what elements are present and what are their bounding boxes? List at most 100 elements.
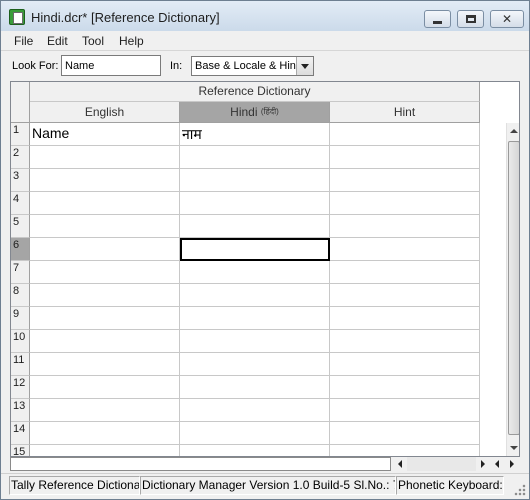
table-cell[interactable]: [180, 169, 330, 192]
table-cell[interactable]: [30, 238, 180, 261]
table-row[interactable]: 9: [11, 307, 481, 330]
column-header-hindi[interactable]: Hindi (हिंदी): [180, 102, 330, 123]
row-number[interactable]: 12: [11, 376, 30, 399]
table-cell[interactable]: [180, 192, 330, 215]
resize-grip-icon[interactable]: [514, 484, 526, 496]
table-cell[interactable]: [30, 215, 180, 238]
table-cell[interactable]: [30, 399, 180, 422]
row-number[interactable]: 4: [11, 192, 30, 215]
horizontal-scroll-track[interactable]: [407, 457, 476, 471]
table-cell[interactable]: [330, 307, 480, 330]
table-cell[interactable]: [30, 353, 180, 376]
scroll-up-button[interactable]: [507, 123, 519, 139]
table-row[interactable]: 7: [11, 261, 481, 284]
menu-edit[interactable]: Edit: [47, 34, 68, 48]
menu-file[interactable]: File: [14, 34, 33, 48]
table-row[interactable]: 13: [11, 399, 481, 422]
title-bar[interactable]: Hindi.dcr* [Reference Dictionary] ✕: [1, 1, 529, 31]
table-row[interactable]: 8: [11, 284, 481, 307]
vertical-scrollbar[interactable]: [506, 123, 519, 456]
table-cell[interactable]: [180, 376, 330, 399]
table-cell[interactable]: [30, 284, 180, 307]
table-row[interactable]: 5: [11, 215, 481, 238]
table-row[interactable]: 4: [11, 192, 481, 215]
table-cell[interactable]: [330, 261, 480, 284]
table-cell[interactable]: [330, 284, 480, 307]
table-cell[interactable]: [180, 284, 330, 307]
table-cell[interactable]: [180, 422, 330, 445]
table-row[interactable]: 11: [11, 353, 481, 376]
table-cell[interactable]: [330, 330, 480, 353]
table-cell[interactable]: [180, 146, 330, 169]
table-cell[interactable]: [330, 399, 480, 422]
table-cell[interactable]: [180, 445, 330, 456]
menu-tool[interactable]: Tool: [82, 34, 104, 48]
scroll-left-end-button[interactable]: [490, 457, 504, 471]
table-cell[interactable]: [330, 123, 480, 146]
row-number[interactable]: 5: [11, 215, 30, 238]
table-cell[interactable]: [30, 261, 180, 284]
row-number[interactable]: 8: [11, 284, 30, 307]
close-button[interactable]: ✕: [490, 10, 524, 28]
table-row[interactable]: 1 Name नाम: [11, 123, 481, 146]
table-cell[interactable]: [30, 307, 180, 330]
minimize-button[interactable]: [424, 10, 451, 28]
dictionary-app-icon[interactable]: [9, 9, 25, 25]
table-row[interactable]: 6: [11, 238, 481, 261]
dropdown-arrow-button[interactable]: [296, 57, 313, 75]
row-number[interactable]: 7: [11, 261, 30, 284]
row-number[interactable]: 3: [11, 169, 30, 192]
table-cell[interactable]: [30, 330, 180, 353]
table-cell[interactable]: [330, 169, 480, 192]
table-cell[interactable]: [330, 215, 480, 238]
scroll-left-button[interactable]: [393, 457, 407, 471]
table-cell[interactable]: [180, 399, 330, 422]
scroll-right-button[interactable]: [476, 457, 490, 471]
row-number[interactable]: 1: [11, 123, 30, 146]
scroll-down-button[interactable]: [507, 440, 519, 456]
table-cell[interactable]: नाम: [180, 123, 330, 146]
row-number[interactable]: 9: [11, 307, 30, 330]
menu-help[interactable]: Help: [119, 34, 144, 48]
look-for-input[interactable]: [61, 55, 161, 76]
row-number[interactable]: 14: [11, 422, 30, 445]
table-cell[interactable]: [330, 376, 480, 399]
table-cell[interactable]: [180, 215, 330, 238]
row-number[interactable]: 6: [11, 238, 30, 261]
table-cell[interactable]: [330, 445, 480, 456]
table-cell[interactable]: [180, 238, 330, 261]
table-cell[interactable]: [330, 192, 480, 215]
table-row[interactable]: 15: [11, 445, 481, 456]
table-row[interactable]: 14: [11, 422, 481, 445]
table-row[interactable]: 12: [11, 376, 481, 399]
column-header-hint[interactable]: Hint: [330, 102, 480, 123]
table-cell[interactable]: [30, 445, 180, 456]
table-cell[interactable]: [330, 238, 480, 261]
dictionary-grid[interactable]: Reference Dictionary English Hindi (हिंद…: [10, 81, 520, 457]
table-row[interactable]: 10: [11, 330, 481, 353]
row-number[interactable]: 15: [11, 445, 30, 456]
table-cell[interactable]: [180, 261, 330, 284]
table-cell[interactable]: [30, 192, 180, 215]
table-row[interactable]: 2: [11, 146, 481, 169]
search-scope-select[interactable]: Base & Locale & Hint: [191, 56, 314, 76]
table-cell[interactable]: [180, 353, 330, 376]
table-cell[interactable]: [180, 307, 330, 330]
table-cell[interactable]: [330, 146, 480, 169]
scroll-right-end-button[interactable]: [505, 457, 519, 471]
maximize-button[interactable]: [457, 10, 484, 28]
vertical-scroll-thumb[interactable]: [508, 141, 519, 435]
row-number[interactable]: 11: [11, 353, 30, 376]
table-cell[interactable]: [30, 422, 180, 445]
table-cell[interactable]: [30, 376, 180, 399]
table-cell[interactable]: [330, 353, 480, 376]
row-number[interactable]: 10: [11, 330, 30, 353]
table-cell[interactable]: [30, 146, 180, 169]
table-cell[interactable]: [180, 330, 330, 353]
row-number[interactable]: 2: [11, 146, 30, 169]
table-cell[interactable]: Name: [30, 123, 180, 146]
row-number[interactable]: 13: [11, 399, 30, 422]
table-row[interactable]: 3: [11, 169, 481, 192]
column-header-english[interactable]: English: [30, 102, 180, 123]
cell-edit-box[interactable]: [10, 457, 391, 471]
